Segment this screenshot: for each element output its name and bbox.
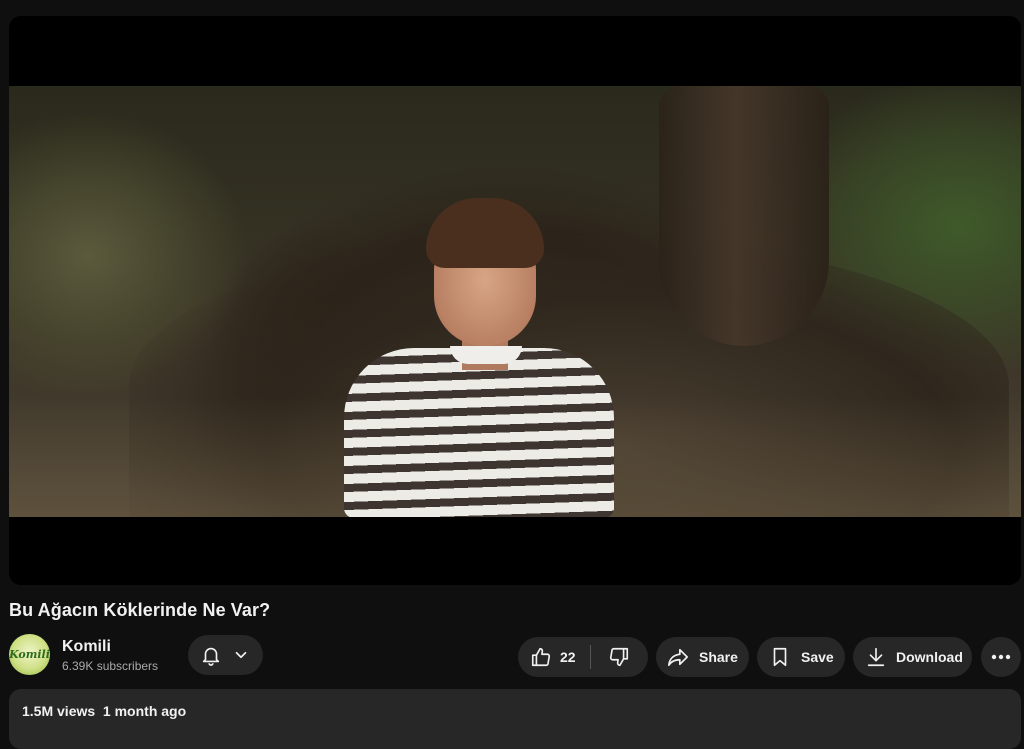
- description-box[interactable]: [9, 689, 1021, 749]
- thumbs-down-icon: [608, 646, 630, 668]
- top-bar: [0, 0, 1024, 16]
- more-horizontal-icon: [991, 654, 1011, 660]
- like-button[interactable]: 22: [518, 637, 590, 677]
- view-count-and-date: 1.5M views 1 month ago: [22, 703, 187, 719]
- video-player[interactable]: [9, 16, 1021, 585]
- notification-bell-button[interactable]: [188, 635, 263, 675]
- video-title: Bu Ağacın Köklerinde Ne Var?: [9, 600, 271, 620]
- shirt-collar: [450, 346, 522, 364]
- like-count: 22: [560, 649, 576, 665]
- striped-shirt: [344, 348, 614, 517]
- subscriber-count: 6.39K subscribers: [62, 659, 159, 673]
- download-icon: [865, 646, 887, 668]
- hair: [426, 198, 544, 268]
- bell-icon: [200, 644, 222, 666]
- save-label: Save: [801, 649, 834, 665]
- share-button[interactable]: Share: [656, 637, 749, 677]
- dislike-button[interactable]: [591, 637, 647, 677]
- bookmark-icon: [769, 646, 791, 668]
- thumbs-up-icon: [530, 646, 552, 668]
- more-actions-button[interactable]: [981, 637, 1021, 677]
- chevron-down-icon: [232, 646, 250, 664]
- share-label: Share: [699, 649, 738, 665]
- like-dislike-group: 22: [518, 637, 648, 677]
- video-frame: [9, 86, 1021, 517]
- tree-trunk: [659, 86, 829, 346]
- boy-figure: [334, 198, 614, 517]
- download-button[interactable]: Download: [853, 637, 972, 677]
- channel-avatar[interactable]: Komili: [9, 634, 50, 675]
- channel-name[interactable]: Komili: [62, 638, 111, 656]
- save-button[interactable]: Save: [757, 637, 845, 677]
- channel-logo-text: Komili: [9, 648, 50, 661]
- download-label: Download: [896, 649, 963, 665]
- share-arrow-icon: [666, 646, 690, 668]
